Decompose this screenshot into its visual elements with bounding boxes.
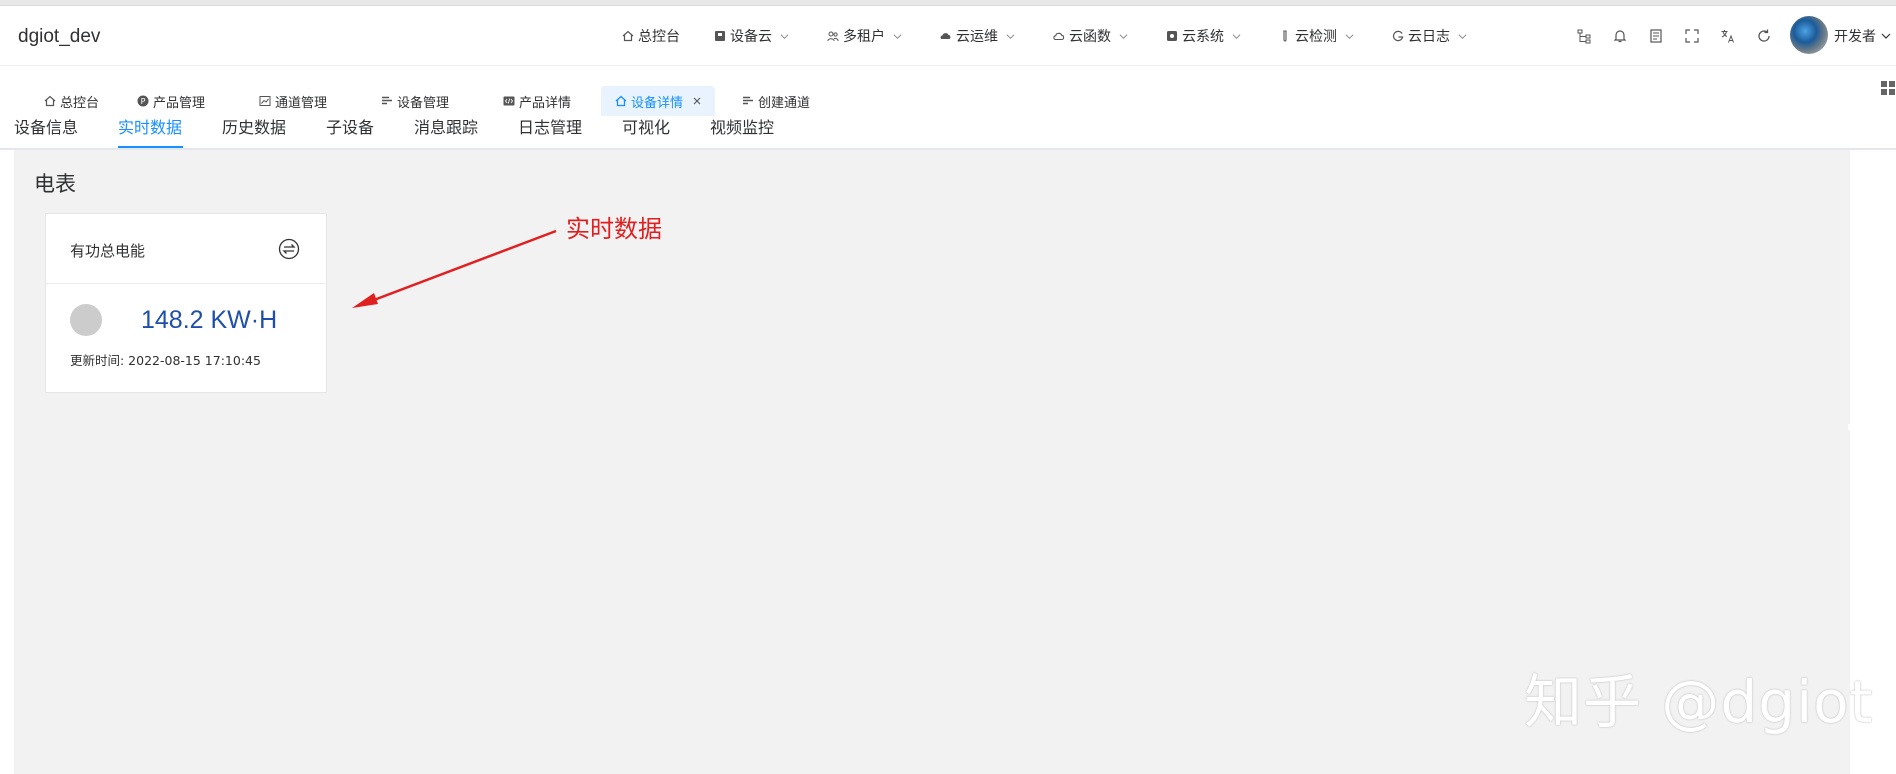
nav-cloud-system[interactable]: 云系统 [1166,6,1241,66]
tag-device-detail[interactable]: 设备详情 [601,86,716,116]
metric-card: 有功总电能 148.2 KW·H 更新时间: 2022-08-15 17:10:… [45,213,327,393]
nav-dashboard[interactable]: 总控台 [622,6,680,66]
top-nav: 总控台 设备云 多租户 云运维 云函数 云系统 云检测 云日志 [622,6,1467,66]
tag-create-channel[interactable]: 创建通道 [742,86,810,116]
nav-cloud-log[interactable]: 云日志 [1392,6,1467,66]
tag-label: 设备管理 [397,95,450,111]
chevron-down-icon [893,33,902,39]
watermark: 知乎 @dgiot [1524,668,1874,736]
tag-device-management[interactable]: 设备管理 [381,86,449,116]
chevron-down-icon [1232,33,1241,39]
product-icon: P [137,95,149,107]
section-title: 电表 [34,172,76,196]
users-icon [827,31,839,42]
tab-realtime-data[interactable]: 实时数据 [118,114,182,148]
card-header: 有功总电能 [46,214,326,284]
tab-history-data[interactable]: 历史数据 [222,114,286,148]
app-title[interactable]: dgiot_dev [18,26,100,48]
swap-icon[interactable] [278,238,300,260]
nav-cloud-function[interactable]: 云函数 [1053,6,1128,66]
home-icon [44,95,56,107]
code-icon [503,96,515,106]
tag-label: 产品管理 [153,95,206,111]
nav-label: 云运维 [956,29,998,45]
card-title: 有功总电能 [70,242,146,260]
channel-icon [259,96,271,106]
tag-product-detail[interactable]: 产品详情 [503,86,571,116]
fullscreen-icon[interactable] [1684,28,1700,44]
chevron-down-icon [780,33,789,39]
nav-label: 云函数 [1069,29,1111,45]
close-icon[interactable] [693,97,701,105]
home-icon [615,95,627,107]
annotation-label: 实时数据 [566,215,662,243]
avatar[interactable] [1790,16,1828,54]
tab-message-trace[interactable]: 消息跟踪 [414,114,478,148]
document-icon[interactable] [1648,28,1664,44]
user-name: 开发者 [1834,29,1876,45]
tag-label: 通道管理 [275,95,328,111]
nav-label: 设备云 [730,29,772,45]
tab-video-monitor[interactable]: 视频监控 [710,114,774,148]
tag-label: 创建通道 [758,95,811,111]
chevron-down-icon [1345,33,1354,39]
nav-label: 云检测 [1295,29,1337,45]
grid-menu-icon[interactable] [1880,80,1896,96]
list-icon [743,96,753,105]
tag-label: 设备详情 [631,95,684,111]
tag-dashboard[interactable]: 总控台 [44,86,99,116]
chevron-down-icon [1458,33,1467,39]
tab-visualization[interactable]: 可视化 [622,114,670,148]
update-time: 更新时间: 2022-08-15 17:10:45 [70,353,261,368]
bell-icon[interactable] [1612,28,1628,44]
translate-icon[interactable] [1720,28,1736,44]
refresh-icon[interactable] [1756,28,1772,44]
device-detail-tabs: 设备信息 实时数据 历史数据 子设备 消息跟踪 日志管理 可视化 视频监控 [0,114,1896,150]
tab-log-management[interactable]: 日志管理 [518,114,582,148]
nav-label: 云系统 [1182,29,1224,45]
cloud-icon [1053,32,1065,41]
nav-cloud-test[interactable]: 云检测 [1279,6,1354,66]
tag-label: 产品详情 [519,95,572,111]
list-icon [382,96,392,105]
chevron-down-icon [1882,33,1891,39]
sitemap-icon[interactable] [1576,28,1592,44]
nav-label: 多租户 [843,29,885,45]
top-header: dgiot_dev 总控台 设备云 多租户 云运维 云函数 云系统 云检测 云日… [0,6,1896,66]
annotation-arrow [352,229,557,308]
tag-label: 总控台 [60,95,100,111]
nav-cloud-ops[interactable]: 云运维 [940,6,1015,66]
log-icon [1392,30,1404,42]
tab-sub-devices[interactable]: 子设备 [326,114,374,148]
header-tools [1576,6,1792,66]
status-dot [70,304,102,336]
tag-channel-management[interactable]: 通道管理 [259,86,327,116]
nav-label: 云日志 [1408,29,1450,45]
chevron-down-icon [1006,33,1015,39]
tab-device-info[interactable]: 设备信息 [14,114,78,148]
cloud-ops-icon [940,33,951,39]
active-tab-indicator [118,146,183,148]
metric-value: 148.2 KW·H [141,306,278,334]
nav-multi-tenant[interactable]: 多租户 [827,6,902,66]
nav-device-cloud[interactable]: 设备云 [714,6,789,66]
chevron-down-icon [1119,33,1128,39]
home-icon [622,30,634,42]
system-icon [1167,31,1177,41]
tag-product-management[interactable]: P 产品管理 [137,86,205,116]
nav-label: 总控台 [638,29,680,45]
test-tube-icon [1283,30,1287,42]
scroll-marker [1848,424,1854,430]
device-cloud-icon [715,31,725,41]
user-menu[interactable]: 开发者 [1834,26,1891,46]
svg-text:P: P [141,97,146,106]
tags-view: 总控台 P 产品管理 通道管理 设备管理 产品详情 设备详情 创建通道 [0,86,1896,116]
